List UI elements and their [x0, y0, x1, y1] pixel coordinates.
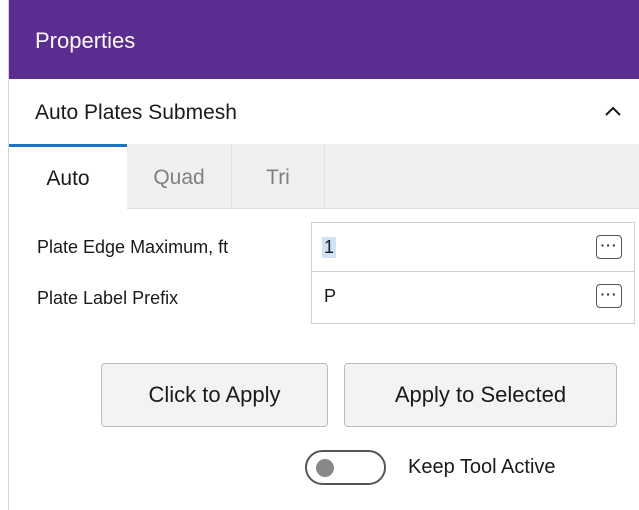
- properties-panel: Properties Auto Plates Submesh Auto Quad…: [8, 0, 639, 510]
- keep-tool-active-row: Keep Tool Active: [9, 446, 639, 486]
- properties-header: Properties: [9, 0, 639, 79]
- section-header-auto-plates-submesh[interactable]: Auto Plates Submesh: [9, 79, 639, 144]
- property-value[interactable]: P: [324, 286, 336, 307]
- toggle-label: Keep Tool Active: [408, 456, 556, 478]
- apply-to-selected-button[interactable]: Apply to Selected: [344, 363, 617, 427]
- toggle-knob: [316, 459, 334, 477]
- tab-auto[interactable]: Auto: [9, 144, 127, 209]
- keep-tool-active-toggle[interactable]: [305, 450, 386, 485]
- submesh-tabs: Auto Quad Tri: [9, 144, 639, 209]
- property-row-plate-label-prefix: Plate Label Prefix P ···: [9, 272, 639, 324]
- section-title: Auto Plates Submesh: [35, 101, 237, 124]
- property-row-plate-edge-maximum: Plate Edge Maximum, ft 1 ···: [9, 222, 639, 272]
- action-buttons: Click to Apply Apply to Selected: [9, 363, 639, 427]
- property-label: Plate Edge Maximum, ft: [37, 237, 229, 257]
- property-value[interactable]: 1: [322, 237, 337, 258]
- panel-title: Properties: [35, 28, 136, 53]
- plate-label-prefix-field[interactable]: P ···: [311, 272, 635, 324]
- chevron-up-icon[interactable]: [602, 101, 624, 123]
- ellipsis-button[interactable]: ···: [596, 235, 622, 259]
- property-label: Plate Label Prefix: [37, 288, 179, 308]
- plate-edge-maximum-field[interactable]: 1 ···: [311, 222, 635, 272]
- ellipsis-button[interactable]: ···: [596, 284, 622, 308]
- tab-quad[interactable]: Quad: [127, 144, 232, 209]
- tab-tri[interactable]: Tri: [232, 144, 325, 209]
- click-to-apply-button[interactable]: Click to Apply: [101, 363, 328, 427]
